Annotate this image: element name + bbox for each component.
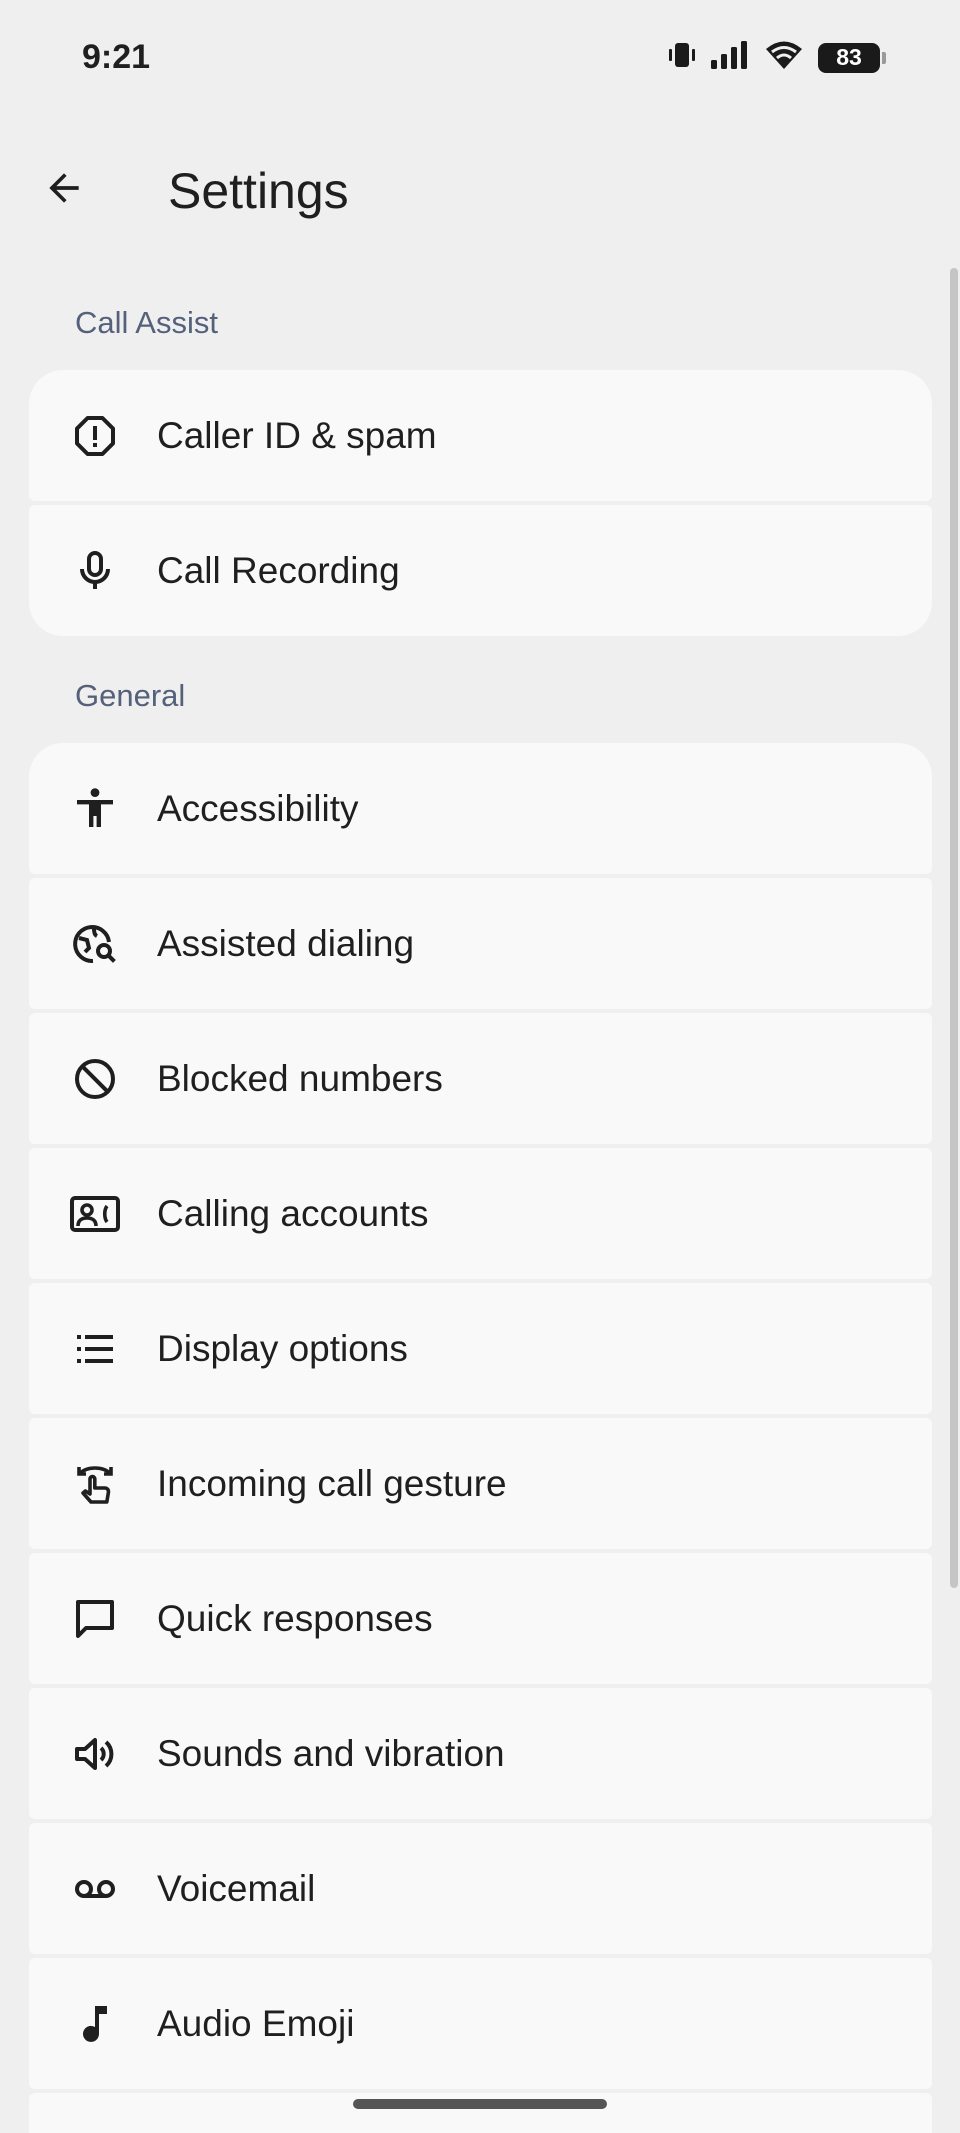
status-bar: 9:21 83 <box>0 0 960 120</box>
settings-item-label: Audio Emoji <box>157 2002 355 2044</box>
settings-item-label: Calling accounts <box>157 1192 429 1234</box>
settings-item-incoming-call-gesture[interactable]: Incoming call gesture <box>29 1418 932 1549</box>
scrollbar[interactable] <box>950 268 958 1588</box>
settings-item-label: Assisted dialing <box>157 922 415 964</box>
settings-item-caller-id-spam[interactable]: Caller ID & spam <box>29 370 932 501</box>
call-assist-group: Caller ID & spam Call Recording <box>29 370 932 636</box>
travel-explore-icon <box>67 916 123 972</box>
settings-item-audio-emoji[interactable]: Audio Emoji <box>29 1958 932 2089</box>
swipe-gesture-icon <box>67 1456 123 1512</box>
wifi-icon <box>764 40 804 75</box>
settings-item-call-recording[interactable]: Call Recording <box>29 505 932 636</box>
page-title: Settings <box>168 163 349 219</box>
block-icon <box>67 1051 123 1107</box>
status-icons: 83 <box>668 40 886 75</box>
section-header-call-assist: Call Assist <box>75 305 218 340</box>
section-header-general: General <box>75 678 186 713</box>
battery-level: 83 <box>836 44 862 70</box>
status-time: 9:21 <box>82 38 151 76</box>
settings-item-label: Incoming call gesture <box>157 1462 507 1504</box>
settings-item-calling-accounts[interactable]: Calling accounts <box>29 1148 932 1279</box>
list-icon <box>67 1321 123 1377</box>
settings-item-label: Call Recording <box>157 549 400 591</box>
settings-item-label: Caller ID & spam <box>157 414 437 456</box>
settings-item-voicemail[interactable]: Voicemail <box>29 1823 932 1954</box>
app-bar: Settings <box>0 140 960 240</box>
settings-item-quick-responses[interactable]: Quick responses <box>29 1553 932 1684</box>
settings-item-display-options[interactable]: Display options <box>29 1283 932 1414</box>
chat-bubble-icon <box>67 1591 123 1647</box>
battery-icon: 83 <box>818 42 886 73</box>
settings-screen: 9:21 83 Settings Call Assist Caller ID &… <box>0 0 960 2133</box>
settings-item-label: Accessibility <box>157 787 359 829</box>
home-indicator[interactable] <box>353 2099 607 2109</box>
report-icon <box>67 408 123 464</box>
settings-item-label: Display options <box>157 1327 408 1369</box>
general-group: Accessibility Assisted dialing Blocked n… <box>29 743 932 2133</box>
arrow-back-icon <box>42 166 86 215</box>
signal-icon <box>710 40 750 75</box>
settings-item-sounds-and-vibration[interactable]: Sounds and vibration <box>29 1688 932 1819</box>
voicemail-icon <box>67 1861 123 1917</box>
mic-icon <box>67 543 123 599</box>
vibrate-icon <box>668 40 696 75</box>
contact-phone-icon <box>67 1186 123 1242</box>
settings-item-assisted-dialing[interactable]: Assisted dialing <box>29 878 932 1009</box>
music-note-icon <box>67 1996 123 2052</box>
settings-item-blocked-numbers[interactable]: Blocked numbers <box>29 1013 932 1144</box>
settings-item-label: Voicemail <box>157 1867 316 1909</box>
settings-item-label: Blocked numbers <box>157 1057 443 1099</box>
settings-item-label: Sounds and vibration <box>157 1732 505 1774</box>
accessibility-icon <box>67 781 123 837</box>
back-button[interactable] <box>36 162 92 218</box>
volume-icon <box>67 1726 123 1782</box>
settings-item-accessibility[interactable]: Accessibility <box>29 743 932 874</box>
settings-item-label: Quick responses <box>157 1597 433 1639</box>
